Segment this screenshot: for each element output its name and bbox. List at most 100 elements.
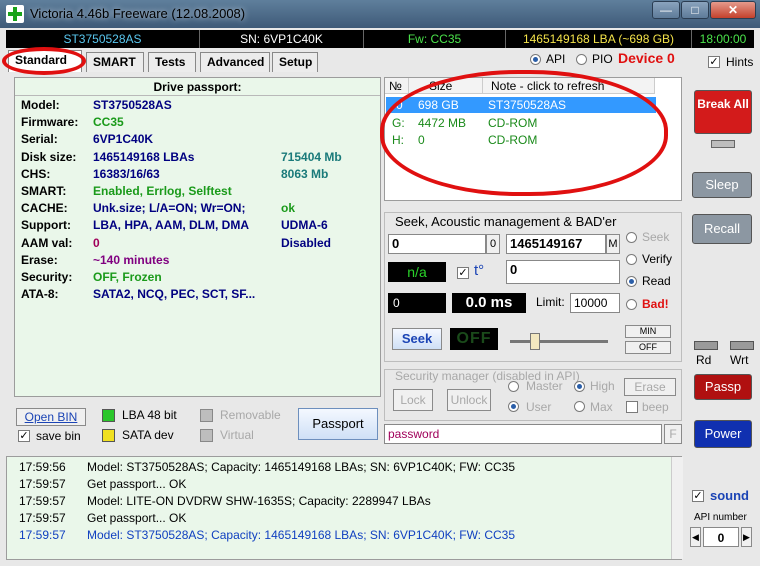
erase-button[interactable]: Erase (624, 378, 676, 396)
power-button[interactable]: Power (694, 420, 752, 448)
close-button[interactable]: ✕ (710, 1, 756, 19)
minimize-button[interactable]: — (652, 1, 680, 19)
log-message: Get passport... OK (87, 511, 187, 525)
passport-header: Drive passport: (15, 78, 380, 96)
password-input[interactable]: password (384, 424, 662, 444)
master-radio[interactable] (508, 381, 519, 392)
api-number-up[interactable]: ▶ (741, 527, 752, 547)
verify-mode-label: Verify (642, 252, 673, 266)
break-all-button[interactable]: Break All (694, 90, 752, 134)
seek-button[interactable]: Seek (392, 328, 442, 350)
seek-end-input[interactable]: 1465149167 (506, 234, 606, 254)
log-time: 17:59:57 (19, 528, 66, 542)
pio-label: PIO (592, 52, 613, 66)
passport-label: CHS: (21, 166, 51, 181)
passp-button[interactable]: Passp (694, 374, 752, 400)
hints-checkbox[interactable]: ✓ (708, 56, 720, 68)
title-bar: Victoria 4.46b Freeware (12.08.2008) — □… (0, 0, 760, 28)
high-radio[interactable] (574, 381, 585, 392)
passport-value: Enabled, Errlog, Selftest (93, 184, 232, 198)
acoustic-slider-handle[interactable] (530, 333, 540, 350)
drive-col-number[interactable]: № (385, 78, 409, 94)
bad-mode-label: Bad! (642, 297, 669, 311)
passport-label: Disk size: (21, 149, 77, 164)
save-bin-label: save bin (36, 429, 81, 443)
max-radio[interactable] (574, 401, 585, 412)
drive-passport-panel: Drive passport: Model: ST3750528AS Firmwar… (14, 77, 381, 397)
status-lba: 1465149168 LBA (~698 GB) (506, 30, 692, 48)
tab-smart[interactable]: SMART (86, 52, 144, 72)
tab-setup[interactable]: Setup (272, 52, 318, 72)
passport-label: SMART: (21, 184, 67, 198)
passport-value: Unk.size; L/A=ON; Wr=ON; (93, 201, 246, 216)
api-number-value[interactable]: 0 (703, 527, 739, 547)
passport-value: 1465149168 LBAs (93, 149, 195, 164)
user-label: User (526, 400, 552, 414)
off-button[interactable]: OFF (625, 341, 671, 354)
read-mode-label: Read (642, 274, 671, 288)
min-button[interactable]: MIN (625, 325, 671, 338)
seek-panel-title: Seek, Acoustic management & BAD'er (395, 214, 617, 229)
passport-value: 16383/16/63 (93, 166, 160, 181)
hints-label: Hints (726, 55, 754, 69)
removable-indicator (200, 409, 213, 422)
sata-dev-label: SATA dev (122, 428, 174, 442)
log-message: Model: LITE-ON DVDRW SHW-1635S; Capacity… (87, 494, 431, 508)
log-message: Model: ST3750528AS; Capacity: 1465149168… (87, 528, 516, 542)
seek-mode-radio[interactable] (626, 232, 637, 243)
status-firmware: Fw: CC35 (364, 30, 506, 48)
open-bin-button[interactable]: Open BIN (16, 408, 86, 426)
pio-radio[interactable] (576, 54, 587, 65)
temperature-checkbox[interactable]: ✓ (457, 267, 469, 279)
sleep-button[interactable]: Sleep (692, 172, 752, 198)
device-label: Device 0 (618, 50, 675, 66)
unlock-button[interactable]: Unlock (447, 389, 491, 411)
break-indicator (711, 140, 735, 148)
lock-button[interactable]: Lock (393, 389, 433, 411)
passport-value: SATA2, NCQ, PEC, SCT, SF... (93, 287, 256, 302)
f-button[interactable]: F (664, 424, 682, 444)
counter-display: 0 (388, 293, 446, 313)
save-bin-checkbox[interactable]: ✓ (18, 430, 30, 442)
log-time: 17:59:57 (19, 494, 66, 508)
log-time: 17:59:56 (19, 460, 66, 474)
seek-end-button[interactable]: M (606, 234, 620, 254)
beep-label: beep (642, 400, 669, 414)
passport-label: Erase: (21, 252, 58, 267)
rd-indicator (694, 341, 718, 350)
seek-start-input[interactable]: 0 (388, 234, 486, 254)
passport-extra: Disabled (281, 235, 332, 250)
log-panel: 17:59:56 Model: ST3750528AS; Capacity: 14… (6, 456, 683, 560)
tab-tests[interactable]: Tests (148, 52, 196, 72)
read-mode-radio[interactable] (626, 276, 637, 287)
api-number-label: API number (694, 512, 747, 523)
passport-value: OFF, Frozen (93, 270, 162, 284)
api-radio[interactable] (530, 54, 541, 65)
acoustic-slider-track[interactable] (510, 340, 608, 343)
maximize-button[interactable]: □ (681, 1, 709, 19)
limit-label: Limit: (536, 295, 565, 309)
user-radio[interactable] (508, 401, 519, 412)
recall-button[interactable]: Recall (692, 214, 752, 244)
sound-checkbox[interactable]: ✓ (692, 490, 704, 502)
log-scrollbar[interactable] (671, 457, 683, 559)
passport-extra: UDMA-6 (281, 218, 328, 233)
verify-mode-radio[interactable] (626, 254, 637, 265)
log-message: Model: ST3750528AS; Capacity: 1465149168… (87, 460, 516, 474)
seek-start-button[interactable]: 0 (486, 234, 500, 254)
bad-mode-radio[interactable] (626, 299, 637, 310)
passport-label: ATA-8: (21, 287, 59, 302)
api-number-down[interactable]: ◀ (690, 527, 701, 547)
sound-label: sound (710, 488, 749, 503)
status-time: 18:00:00 (699, 32, 747, 46)
log-time: 17:59:57 (19, 511, 66, 525)
limit-input[interactable]: 10000 (570, 293, 620, 313)
virtual-label: Virtual (220, 428, 254, 442)
wrt-label: Wrt (730, 353, 749, 367)
beep-checkbox[interactable] (626, 401, 638, 413)
wrt-indicator (730, 341, 754, 350)
passport-label: Security: (21, 270, 73, 284)
passport-value: 6VP1C40K (93, 132, 154, 147)
passport-button[interactable]: Passport (298, 408, 378, 440)
tab-advanced[interactable]: Advanced (200, 52, 270, 72)
